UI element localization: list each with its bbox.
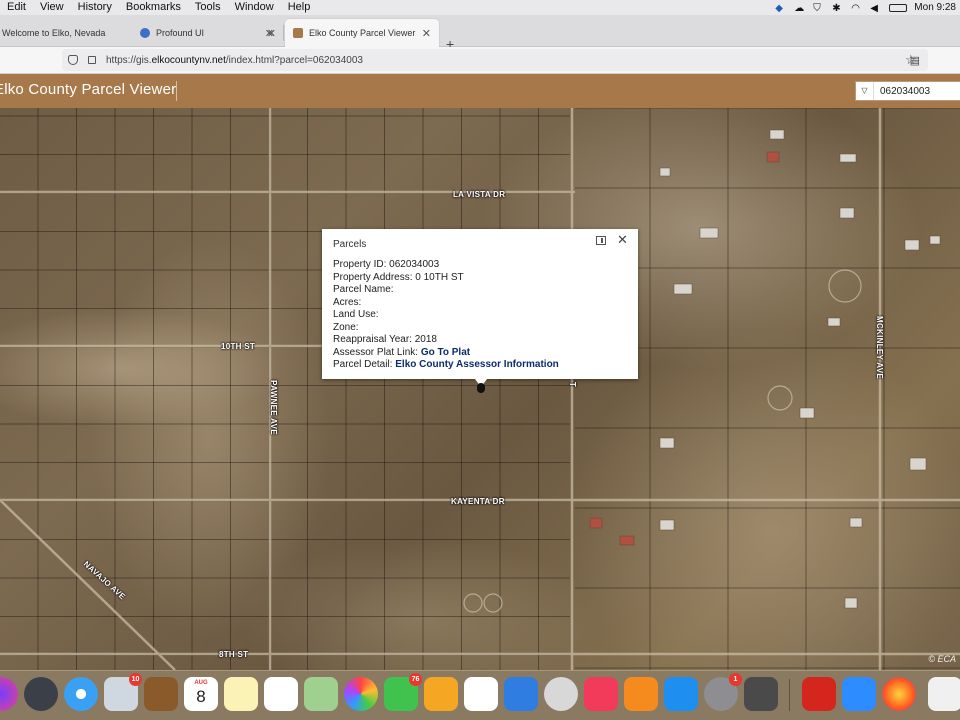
tab-label: Elko County Parcel Viewer bbox=[309, 28, 416, 38]
road-label-t: T bbox=[568, 381, 578, 388]
prefs-badge: 1 bbox=[729, 673, 742, 686]
launchpad-icon[interactable] bbox=[24, 677, 58, 711]
photos-icon[interactable] bbox=[344, 677, 378, 711]
battery-icon[interactable] bbox=[889, 3, 908, 12]
close-icon[interactable]: ✕ bbox=[422, 27, 431, 40]
reappraisal-year: Reappraisal Year: 2018 bbox=[333, 334, 437, 345]
profound-favicon-icon bbox=[140, 28, 150, 38]
road-label-8th-st: 8TH ST bbox=[219, 650, 249, 659]
maps-icon[interactable] bbox=[304, 677, 338, 711]
popup-content: Property ID: 062034003 Property Address:… bbox=[333, 259, 559, 372]
app-title: Elko County Parcel Viewer bbox=[0, 81, 177, 98]
lock-icon[interactable] bbox=[88, 56, 96, 64]
menu-view[interactable]: View bbox=[33, 0, 71, 15]
siri-icon[interactable] bbox=[0, 677, 18, 711]
pages-icon[interactable] bbox=[424, 677, 458, 711]
tracking-shield-icon[interactable] bbox=[68, 55, 78, 65]
plat-label: Assessor Plat Link: bbox=[333, 346, 419, 358]
road-label-kayenta: KAYENTA DR bbox=[451, 497, 505, 506]
road-navajo bbox=[0, 499, 176, 670]
mail-badge: 10 bbox=[129, 673, 142, 686]
popup-title: Parcels bbox=[333, 239, 367, 250]
calendar-icon[interactable]: AUG 8 bbox=[184, 677, 218, 711]
menu-bar: Edit View History Bookmarks Tools Window… bbox=[0, 0, 960, 15]
status-area: ◆ ☁ ⛉ ✱ ◠ ◀ Mon 9:28 bbox=[775, 0, 956, 15]
reminders-icon[interactable] bbox=[264, 677, 298, 711]
firefox-icon[interactable] bbox=[882, 677, 916, 711]
map-attribution[interactable]: © ECA bbox=[928, 654, 956, 664]
bookmark-star-icon[interactable]: ☆ bbox=[905, 52, 917, 68]
app-store-icon[interactable] bbox=[664, 677, 698, 711]
road-label-la-vista: LA VISTA DR bbox=[453, 190, 506, 199]
acrobat-icon[interactable] bbox=[802, 677, 836, 711]
document-icon[interactable] bbox=[928, 677, 960, 711]
detail-label: Parcel Detail: bbox=[333, 359, 393, 370]
dropbox-icon[interactable]: ◆ bbox=[775, 3, 787, 14]
assessor-plat-row: Assessor Plat Link: Go To Plat bbox=[333, 347, 559, 360]
menu-window[interactable]: Window bbox=[228, 0, 281, 15]
zone: Zone: bbox=[333, 321, 359, 333]
app-header: Elko County Parcel Viewer ▽ 062034003 bbox=[0, 74, 960, 108]
system-preferences-icon[interactable]: 1 bbox=[704, 673, 742, 711]
tab-label: Welcome to Elko, Nevada bbox=[2, 28, 106, 38]
acres: Acres: bbox=[333, 296, 362, 308]
safari-icon[interactable] bbox=[64, 677, 98, 711]
go-to-plat-link[interactable]: Go To Plat bbox=[421, 347, 470, 358]
notes-icon[interactable] bbox=[224, 677, 258, 711]
parcel-popup: Parcels ✕ Property ID: 062034003 Propert… bbox=[322, 229, 638, 379]
dock: 10 AUG 8 76 1 bbox=[0, 670, 960, 720]
tab-bar: Welcome to Elko, Nevada ✕ Profound UI ✕ … bbox=[0, 15, 960, 52]
calendar-day: 8 bbox=[196, 687, 206, 706]
books-icon[interactable] bbox=[624, 677, 658, 711]
messages-icon[interactable]: 76 bbox=[384, 673, 422, 711]
url-text: https://gis.elkocountynv.net/index.html?… bbox=[106, 54, 363, 66]
menu-items: Edit View History Bookmarks Tools Window… bbox=[0, 0, 317, 15]
tab-elko-parcel-viewer[interactable]: Elko County Parcel Viewer ✕ bbox=[285, 19, 439, 47]
menu-clock[interactable]: Mon 9:28 bbox=[914, 2, 956, 13]
tab-label: Profound UI bbox=[156, 28, 205, 38]
wifi-icon[interactable]: ◠ bbox=[851, 3, 863, 14]
messages-badge: 76 bbox=[409, 673, 422, 686]
printer-icon[interactable] bbox=[744, 677, 778, 711]
parcel-name: Parcel Name: bbox=[333, 284, 394, 295]
mail-icon[interactable]: 10 bbox=[104, 673, 142, 711]
elko-favicon-icon bbox=[293, 28, 303, 38]
shield-status-icon[interactable]: ⛉ bbox=[813, 3, 825, 14]
parcel-detail-row: Parcel Detail: Elko County Assessor Info… bbox=[333, 359, 559, 372]
property-address: Property Address: 0 10TH ST bbox=[333, 271, 464, 283]
road-label-pawnee: PAWNEE AVE bbox=[268, 380, 278, 435]
bluetooth-icon[interactable]: ✱ bbox=[832, 3, 844, 14]
assessor-info-link[interactable]: Elko County Assessor Information bbox=[395, 359, 559, 370]
url-field[interactable]: https://gis.elkocountynv.net/index.html?… bbox=[62, 49, 928, 71]
menu-tools[interactable]: Tools bbox=[188, 0, 228, 15]
tab-profound-ui[interactable]: Profound UI ✕ bbox=[132, 19, 282, 47]
property-id: Property ID: 062034003 bbox=[333, 259, 440, 270]
menu-edit[interactable]: Edit bbox=[0, 0, 33, 15]
close-icon[interactable]: ✕ bbox=[265, 27, 274, 40]
volume-icon[interactable]: ◀ bbox=[870, 3, 882, 14]
navigation-bar: https://gis.elkocountynv.net/index.html?… bbox=[0, 47, 960, 74]
calendar-month: AUG bbox=[194, 680, 208, 686]
header-divider bbox=[176, 81, 177, 101]
parcel-search[interactable]: ▽ 062034003 bbox=[855, 81, 960, 101]
dock-popup-icon[interactable] bbox=[596, 236, 606, 245]
road-label-mckinley: MCKINLEY AVE bbox=[875, 315, 885, 380]
music-icon[interactable] bbox=[584, 677, 618, 711]
menu-bookmarks[interactable]: Bookmarks bbox=[119, 0, 188, 15]
selected-parcel-marker[interactable] bbox=[477, 383, 485, 393]
numbers-icon[interactable] bbox=[464, 677, 498, 711]
parcel-search-input[interactable]: 062034003 bbox=[874, 86, 930, 97]
dock-separator bbox=[789, 679, 790, 711]
keynote-icon[interactable] bbox=[504, 677, 538, 711]
cloud-icon[interactable]: ☁ bbox=[794, 3, 806, 14]
menu-history[interactable]: History bbox=[71, 0, 119, 15]
land-use: Land Use: bbox=[333, 309, 379, 320]
no-entry-icon[interactable] bbox=[544, 677, 578, 711]
road-label-10th-st: 10TH ST bbox=[221, 342, 256, 351]
chevron-down-icon[interactable]: ▽ bbox=[856, 82, 874, 100]
menu-help[interactable]: Help bbox=[281, 0, 318, 15]
zoom-icon[interactable] bbox=[842, 677, 876, 711]
contacts-icon[interactable] bbox=[144, 677, 178, 711]
close-icon[interactable]: ✕ bbox=[617, 232, 628, 248]
